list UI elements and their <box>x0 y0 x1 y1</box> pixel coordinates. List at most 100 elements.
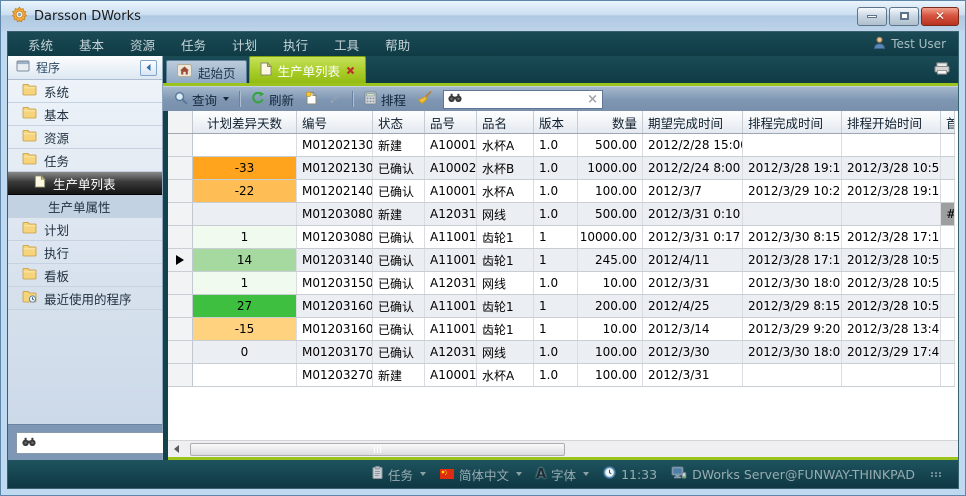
table-corner-cell <box>168 111 193 133</box>
row-selector[interactable] <box>168 226 193 248</box>
row-selector[interactable] <box>168 272 193 294</box>
scrollbar-thumb[interactable] <box>190 443 565 456</box>
user-icon <box>873 36 886 52</box>
column-header-schedule-finish-time[interactable]: 排程完成时间 <box>743 111 842 133</box>
magnifier-icon <box>174 91 188 108</box>
tab-close-icon[interactable] <box>346 63 355 78</box>
query-button[interactable]: 查询 <box>170 88 233 111</box>
toolbar-search-clear-icon[interactable]: × <box>587 93 598 106</box>
table-row[interactable]: M012030801新建A12031网线1.0500.002012/3/31 0… <box>168 203 955 226</box>
cell-quantity: 10.00 <box>578 318 643 340</box>
row-selector[interactable] <box>168 203 193 225</box>
sidebar-item-9[interactable]: 最近使用的程序 <box>8 287 162 310</box>
row-selector[interactable] <box>168 249 193 271</box>
sidebar-item-2[interactable]: 资源 <box>8 126 162 149</box>
menu-item-2[interactable]: 资源 <box>130 35 155 54</box>
clean-button[interactable] <box>413 89 436 110</box>
sidebar-item-5[interactable]: 生产单属性 <box>8 195 162 218</box>
schedule-button[interactable]: 排程 <box>360 88 410 111</box>
row-selector[interactable] <box>168 341 193 363</box>
row-selector[interactable] <box>168 134 193 156</box>
cell-edge <box>941 341 955 363</box>
font-menu[interactable]: A 字体 <box>536 465 589 484</box>
language-menu[interactable]: 简体中文 <box>440 465 522 484</box>
resize-grip[interactable] <box>931 472 942 477</box>
column-header-expected-finish-time[interactable]: 期望完成时间 <box>643 111 743 133</box>
user-box[interactable]: Test User <box>873 36 946 52</box>
cell-item-no: A10002 <box>425 157 477 179</box>
tab-production-order-list[interactable]: 生产单列表 <box>249 56 367 83</box>
query-dropdown-caret[interactable] <box>223 97 229 101</box>
tab-start-page[interactable]: 起始页 <box>166 60 247 83</box>
row-selector[interactable] <box>168 295 193 317</box>
sidebar-item-6[interactable]: 计划 <box>8 218 162 241</box>
menu-item-6[interactable]: 工具 <box>334 35 359 54</box>
task-dropdown-caret[interactable] <box>420 472 426 476</box>
table-row[interactable]: -33M012021302已确认A10002水杯B1.01000.002012/… <box>168 157 955 180</box>
table-row[interactable]: 27M012031601已确认A11001齿轮11200.002012/4/25… <box>168 295 955 318</box>
refresh-button[interactable]: 刷新 <box>247 88 298 111</box>
minimize-button[interactable] <box>857 7 887 26</box>
cell-quantity: 1000.00 <box>578 157 643 179</box>
row-selector[interactable] <box>168 318 193 340</box>
printer-icon[interactable] <box>934 62 950 78</box>
column-header-item-name[interactable]: 品名 <box>477 111 534 133</box>
menu-item-1[interactable]: 基本 <box>79 35 104 54</box>
table-row[interactable]: M012021301新建A10001水杯A1.0500.002012/2/28 … <box>168 134 955 157</box>
font-dropdown-caret[interactable] <box>583 472 589 476</box>
row-selector[interactable] <box>168 180 193 202</box>
column-header-item-no[interactable]: 品号 <box>425 111 477 133</box>
toolbar-search-input[interactable] <box>466 92 583 106</box>
horizontal-scrollbar[interactable] <box>168 440 958 457</box>
menu-item-0[interactable]: 系统 <box>28 35 53 54</box>
sidebar-item-1[interactable]: 基本 <box>8 103 162 126</box>
edit-button[interactable] <box>325 89 346 109</box>
table-row[interactable]: 1M012030802已确认A11001齿轮1110000.002012/3/3… <box>168 226 955 249</box>
table-row[interactable]: M012032701新建A10001水杯A1.0100.002012/3/31 <box>168 364 955 387</box>
column-header-edge[interactable]: 首 <box>941 111 955 133</box>
column-header-plan-diff-days[interactable]: 计划差异天数 <box>193 111 297 133</box>
binoculars-icon <box>448 92 462 106</box>
cell-version: 1.0 <box>534 272 578 294</box>
menu-item-7[interactable]: 帮助 <box>385 35 410 54</box>
column-header-order-no[interactable]: 编号 <box>297 111 373 133</box>
cell-schedule-start-time: 2012/3/29 17:46 <box>842 341 941 363</box>
sidebar-collapse-button[interactable] <box>140 60 157 76</box>
sidebar-item-8[interactable]: 看板 <box>8 264 162 287</box>
cell-expected-finish-time: 2012/3/7 <box>643 180 743 202</box>
table-row[interactable]: 0M012031701已确认A12031网线1.0100.002012/3/30… <box>168 341 955 364</box>
sidebar-item-3[interactable]: 任务 <box>8 149 162 172</box>
task-menu[interactable]: 任务 <box>372 465 426 484</box>
new-button[interactable] <box>301 89 322 110</box>
row-selector[interactable] <box>168 157 193 179</box>
server-icon <box>671 466 687 482</box>
cell-expected-finish-time: 2012/4/11 <box>643 249 743 271</box>
cell-schedule-finish-time: 2012/3/28 17:13 <box>743 249 842 271</box>
sidebar-item-0[interactable]: 系统 <box>8 80 162 103</box>
menu-item-3[interactable]: 任务 <box>181 35 206 54</box>
scroll-left-arrow[interactable] <box>168 441 185 458</box>
table-row[interactable]: 14M012031402已确认A11001齿轮11245.002012/4/11… <box>168 249 955 272</box>
table-row[interactable]: -15M012031602已确认A11001齿轮1110.002012/3/14… <box>168 318 955 341</box>
close-button[interactable]: ✕ <box>921 7 959 26</box>
menu-item-5[interactable]: 执行 <box>283 35 308 54</box>
row-selector[interactable] <box>168 364 193 386</box>
menu-item-4[interactable]: 计划 <box>232 35 257 54</box>
cell-item-no: A11001 <box>425 249 477 271</box>
column-header-version[interactable]: 版本 <box>534 111 578 133</box>
cell-quantity: 200.00 <box>578 295 643 317</box>
cell-schedule-finish-time <box>743 203 842 225</box>
maximize-button[interactable] <box>889 7 919 26</box>
sidebar-item-4[interactable]: 生产单列表 <box>8 172 162 195</box>
main-area: 起始页 生产单列表 <box>163 56 958 460</box>
toolbar-searchbox[interactable]: × <box>443 90 603 109</box>
sidebar-item-7[interactable]: 执行 <box>8 241 162 264</box>
cell-expected-finish-time: 2012/3/31 <box>643 272 743 294</box>
column-header-schedule-start-time[interactable]: 排程开始时间 <box>842 111 941 133</box>
language-dropdown-caret[interactable] <box>516 472 522 476</box>
column-header-status[interactable]: 状态 <box>373 111 425 133</box>
app-window: Darsson DWorks ✕ 系统基本资源任务计划执行工具帮助 Test U… <box>0 0 966 496</box>
table-row[interactable]: -22M012021401已确认A10001水杯A1.0100.002012/3… <box>168 180 955 203</box>
column-header-quantity[interactable]: 数量 <box>578 111 643 133</box>
table-row[interactable]: 1M012031501已确认A12031网线1.010.002012/3/312… <box>168 272 955 295</box>
